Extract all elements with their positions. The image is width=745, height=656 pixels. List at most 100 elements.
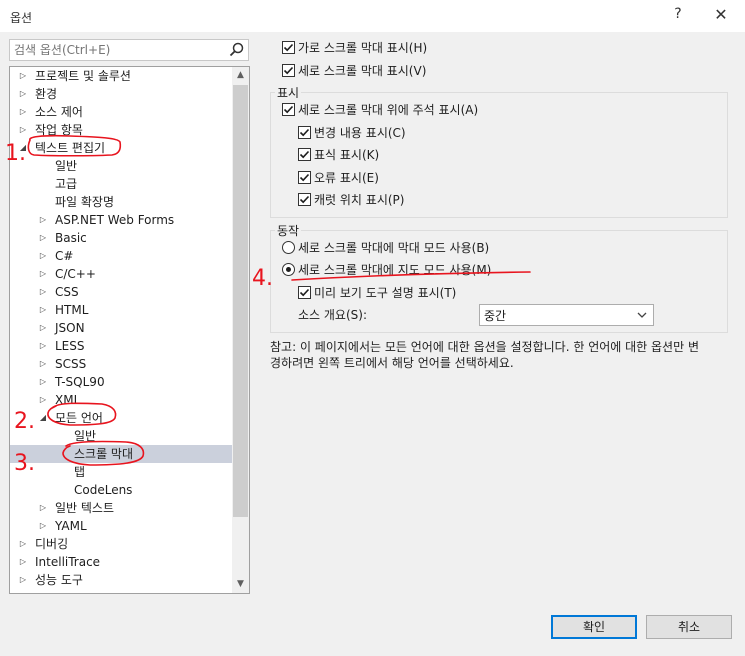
expand-caret-icon[interactable]: ▷ (18, 103, 28, 121)
tree-item-label: XML (55, 393, 81, 407)
checkbox-checked[interactable] (298, 286, 311, 299)
expand-caret-icon[interactable]: ▷ (38, 517, 48, 535)
tree-item-basic[interactable]: ▷ Basic (10, 229, 232, 247)
tree-item-tsql90[interactable]: ▷ T-SQL90 (10, 373, 232, 391)
tree-item-xml[interactable]: ▷ XML (10, 391, 232, 409)
tree-item-css[interactable]: ▷ CSS (10, 283, 232, 301)
tree-item-label: 텍스트 편집기 (35, 141, 106, 155)
tree-item-label: CodeLens (74, 483, 133, 497)
checkbox-checked[interactable] (298, 193, 311, 206)
source-overview-select[interactable]: 중간 (479, 304, 654, 326)
tree-item-environment[interactable]: ▷ 환경 (10, 85, 232, 103)
help-button[interactable]: ? (668, 6, 688, 26)
tree-item-label: T-SQL90 (55, 375, 105, 389)
scroll-down-icon[interactable]: ▼ (232, 576, 249, 593)
tree-item-intellitrace[interactable]: ▷ IntelliTrace (10, 553, 232, 571)
collapse-caret-icon[interactable]: ◢ (38, 409, 48, 427)
option-label: 세로 스크롤 막대에 막대 모드 사용(B) (298, 241, 490, 255)
search-box[interactable] (9, 39, 249, 61)
tree-item-label: 일반 텍스트 (55, 501, 115, 515)
tree-item-label: JSON (55, 321, 85, 335)
search-icon[interactable] (229, 41, 245, 59)
tree-item-plain-text[interactable]: ▷ 일반 텍스트 (10, 499, 232, 517)
radio-selected[interactable] (282, 263, 295, 276)
expand-caret-icon[interactable]: ▷ (38, 355, 48, 373)
checkbox-checked[interactable] (282, 41, 295, 54)
expand-caret-icon[interactable]: ▷ (18, 121, 28, 139)
expand-caret-icon[interactable]: ▷ (38, 391, 48, 409)
ok-button[interactable]: 확인 (551, 615, 637, 639)
expand-caret-icon[interactable]: ▷ (38, 229, 48, 247)
tree-item-tabs[interactable]: 탭 (10, 463, 232, 481)
tree-item-source-control[interactable]: ▷ 소스 제어 (10, 103, 232, 121)
scrollbar-thumb[interactable] (233, 85, 248, 517)
tree-item-label: 일반 (74, 429, 97, 443)
expand-caret-icon[interactable]: ▷ (38, 301, 48, 319)
tree-item-json[interactable]: ▷ JSON (10, 319, 232, 337)
tree-item-less[interactable]: ▷ LESS (10, 337, 232, 355)
tree-item-performance-tools[interactable]: ▷ 성능 도구 (10, 571, 232, 589)
tree-item-yaml[interactable]: ▷ YAML (10, 517, 232, 535)
expand-caret-icon[interactable]: ▷ (38, 283, 48, 301)
tree-item-label: 탭 (74, 465, 86, 479)
option-label: 세로 스크롤 막대 표시(V) (298, 64, 427, 78)
tree-item-projects-solutions[interactable]: ▷ 프로젝트 및 솔루션 (10, 67, 232, 85)
tree-item-label: ASP.NET Web Forms (55, 213, 175, 227)
tree-item-csharp[interactable]: ▷ C# (10, 247, 232, 265)
option-label: 캐럿 위치 표시(P) (314, 193, 405, 207)
checkbox-checked[interactable] (298, 171, 311, 184)
close-button[interactable]: ✕ (709, 5, 733, 27)
tree-item-aspnet-web-forms[interactable]: ▷ ASP.NET Web Forms (10, 211, 232, 229)
behavior-group-title: 동작 (275, 222, 302, 239)
collapse-caret-icon[interactable]: ◢ (18, 139, 28, 157)
tree-item-label: 작업 항목 (35, 123, 83, 137)
tree-item-html[interactable]: ▷ HTML (10, 301, 232, 319)
checkbox-checked[interactable] (298, 148, 311, 161)
checkbox-checked[interactable] (298, 126, 311, 139)
checkbox-checked[interactable] (282, 64, 295, 77)
expand-caret-icon[interactable]: ▷ (18, 553, 28, 571)
tree-item-all-languages[interactable]: ◢ 모든 언어 (10, 409, 232, 427)
tree-item-work-items[interactable]: ▷ 작업 항목 (10, 121, 232, 139)
tree-item-label: 디버깅 (35, 537, 69, 551)
tree-item-label: Basic (55, 231, 87, 245)
expand-caret-icon[interactable]: ▷ (38, 211, 48, 229)
option-label: 변경 내용 표시(C) (314, 126, 406, 140)
tree-item-text-editor[interactable]: ◢ 텍스트 편집기 (10, 139, 232, 157)
tree-item-advanced[interactable]: 고급 (10, 175, 232, 193)
chevron-down-icon[interactable] (637, 310, 647, 320)
tree-item-scroll-bars[interactable]: 스크롤 막대 (10, 445, 232, 463)
source-overview-label: 소스 개요(S): (298, 308, 367, 322)
tree-item-general[interactable]: 일반 (10, 157, 232, 175)
expand-caret-icon[interactable]: ▷ (18, 535, 28, 553)
tree-item-label: 스크롤 막대 (74, 447, 134, 461)
expand-caret-icon[interactable]: ▷ (18, 571, 28, 589)
checkbox-checked[interactable] (282, 103, 295, 116)
expand-caret-icon[interactable]: ▷ (38, 499, 48, 517)
tree-item-label: C# (55, 249, 74, 263)
options-tree[interactable]: ▷ 프로젝트 및 솔루션 ▷ 환경 ▷ 소스 제어 ▷ 작업 항목 ◢ 텍스트 … (9, 66, 250, 594)
cancel-button[interactable]: 취소 (646, 615, 732, 639)
expand-caret-icon[interactable]: ▷ (38, 247, 48, 265)
option-label: 오류 표시(E) (314, 171, 379, 185)
tree-item-label: SCSS (55, 357, 87, 371)
radio-unselected[interactable] (282, 241, 295, 254)
search-input[interactable] (14, 42, 224, 58)
expand-caret-icon[interactable]: ▷ (38, 337, 48, 355)
tree-scrollbar[interactable]: ▲ ▼ (232, 67, 249, 593)
tree-item-label: IntelliTrace (35, 555, 101, 569)
expand-caret-icon[interactable]: ▷ (38, 373, 48, 391)
tree-item-cpp[interactable]: ▷ C/C++ (10, 265, 232, 283)
expand-caret-icon[interactable]: ▷ (18, 85, 28, 103)
tree-item-scss[interactable]: ▷ SCSS (10, 355, 232, 373)
expand-caret-icon[interactable]: ▷ (38, 319, 48, 337)
tree-item-all-languages-general[interactable]: 일반 (10, 427, 232, 445)
expand-caret-icon[interactable]: ▷ (18, 67, 28, 85)
expand-caret-icon[interactable]: ▷ (38, 265, 48, 283)
title-bar: 옵션 ? ✕ (0, 0, 745, 32)
tree-item-file-extension[interactable]: 파일 확장명 (10, 193, 232, 211)
window-title: 옵션 (10, 11, 33, 25)
tree-item-debugging[interactable]: ▷ 디버깅 (10, 535, 232, 553)
tree-item-codelens[interactable]: CodeLens (10, 481, 232, 499)
scroll-up-icon[interactable]: ▲ (232, 67, 249, 84)
